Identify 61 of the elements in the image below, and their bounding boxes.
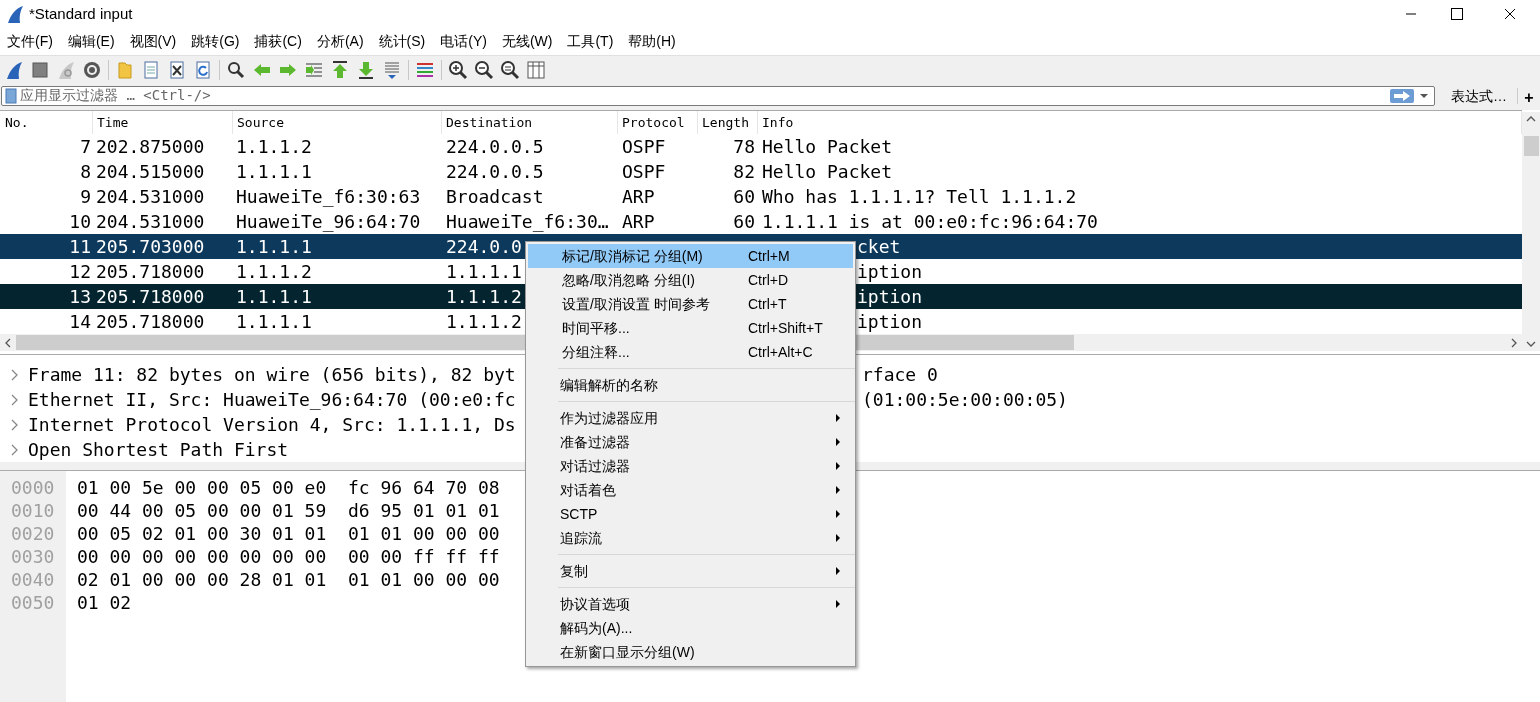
table-cell: Broadcast <box>446 186 544 207</box>
table-cell: 204.531000 <box>96 211 205 232</box>
table-cell: 1.1.1.2 <box>236 261 312 282</box>
hex-bytes: 01 02 <box>77 592 132 613</box>
table-cell: cket <box>857 236 901 257</box>
table-cell: iption <box>857 286 923 307</box>
window-title: *Standard input <box>29 3 133 24</box>
table-cell: 1.1.1.2 <box>446 286 522 307</box>
table-cell: 204.531000 <box>96 186 205 207</box>
table-cell: OSPF <box>622 161 666 182</box>
table-cell: 1.1.1.1 is at 00:e0:fc:96:64:70 <box>762 211 1098 232</box>
table-cell: 205.718000 <box>96 261 205 282</box>
table-cell: 12 <box>69 261 91 282</box>
offset-label: 0050 <box>11 592 55 613</box>
hex-bytes: 02 01 00 00 00 28 01 01 01 01 00 00 00 <box>77 569 500 590</box>
table-cell: 1.1.1.1 <box>236 236 312 257</box>
table-cell: 205.718000 <box>96 286 205 307</box>
table-cell: HuaweiTe_f6:30… <box>446 211 609 232</box>
table-cell: 60 <box>733 211 755 232</box>
hex-bytes: 00 05 02 01 00 30 01 01 01 01 00 00 00 <box>77 523 500 544</box>
table-cell: ARP <box>622 211 655 232</box>
table-cell: 205.703000 <box>96 236 205 257</box>
table-cell: 224.0.0.5 <box>446 136 544 157</box>
table-cell: 224.0.0.5 <box>446 161 544 182</box>
table-cell: 1.1.1.1 <box>236 311 312 332</box>
offset-label: 0040 <box>11 569 55 590</box>
table-cell: 205.718000 <box>96 311 205 332</box>
table-cell: 202.875000 <box>96 136 205 157</box>
table-cell: iption <box>857 311 923 332</box>
table-cell: 224.0.0 <box>446 236 522 257</box>
table-cell: OSPF <box>622 136 666 157</box>
table-cell: 13 <box>69 286 91 307</box>
table-cell: Hello Packet <box>762 136 893 157</box>
table-cell: 8 <box>80 161 91 182</box>
table-cell: HuaweiTe_f6:30:63 <box>236 186 421 207</box>
table-cell: 204.515000 <box>96 161 205 182</box>
table-cell: 11 <box>69 236 91 257</box>
table-cell: 1.1.1.2 <box>446 311 522 332</box>
table-cell: 78 <box>733 136 755 157</box>
table-cell: 1.1.1.1 <box>446 261 522 282</box>
table-cell: iption <box>857 261 923 282</box>
hex-bytes: 00 44 00 05 00 00 01 59 d6 95 01 01 01 <box>77 500 500 521</box>
offset-label: 0020 <box>11 523 55 544</box>
offset-label: 0030 <box>11 546 55 567</box>
table-cell: 1.1.1.1 <box>236 161 312 182</box>
table-cell: Hello Packet <box>762 161 893 182</box>
table-cell: 82 <box>733 161 755 182</box>
table-cell: Who has 1.1.1.1? Tell 1.1.1.2 <box>762 186 1077 207</box>
hex-bytes: 01 00 5e 00 00 05 00 e0 fc 96 64 70 08 <box>77 477 500 498</box>
table-cell: 7 <box>80 136 91 157</box>
hex-bytes: 00 00 00 00 00 00 00 00 00 00 ff ff ff <box>77 546 500 567</box>
offset-label: 0010 <box>11 500 55 521</box>
table-cell: ARP <box>622 186 655 207</box>
table-cell: 14 <box>69 311 91 332</box>
offset-label: 0000 <box>11 477 55 498</box>
table-cell: 1.1.1.2 <box>236 136 312 157</box>
table-cell: 1.1.1.1 <box>236 286 312 307</box>
table-cell: 60 <box>733 186 755 207</box>
table-cell: 9 <box>80 186 91 207</box>
table-cell: 10 <box>69 211 91 232</box>
table-cell: HuaweiTe_96:64:70 <box>236 211 421 232</box>
